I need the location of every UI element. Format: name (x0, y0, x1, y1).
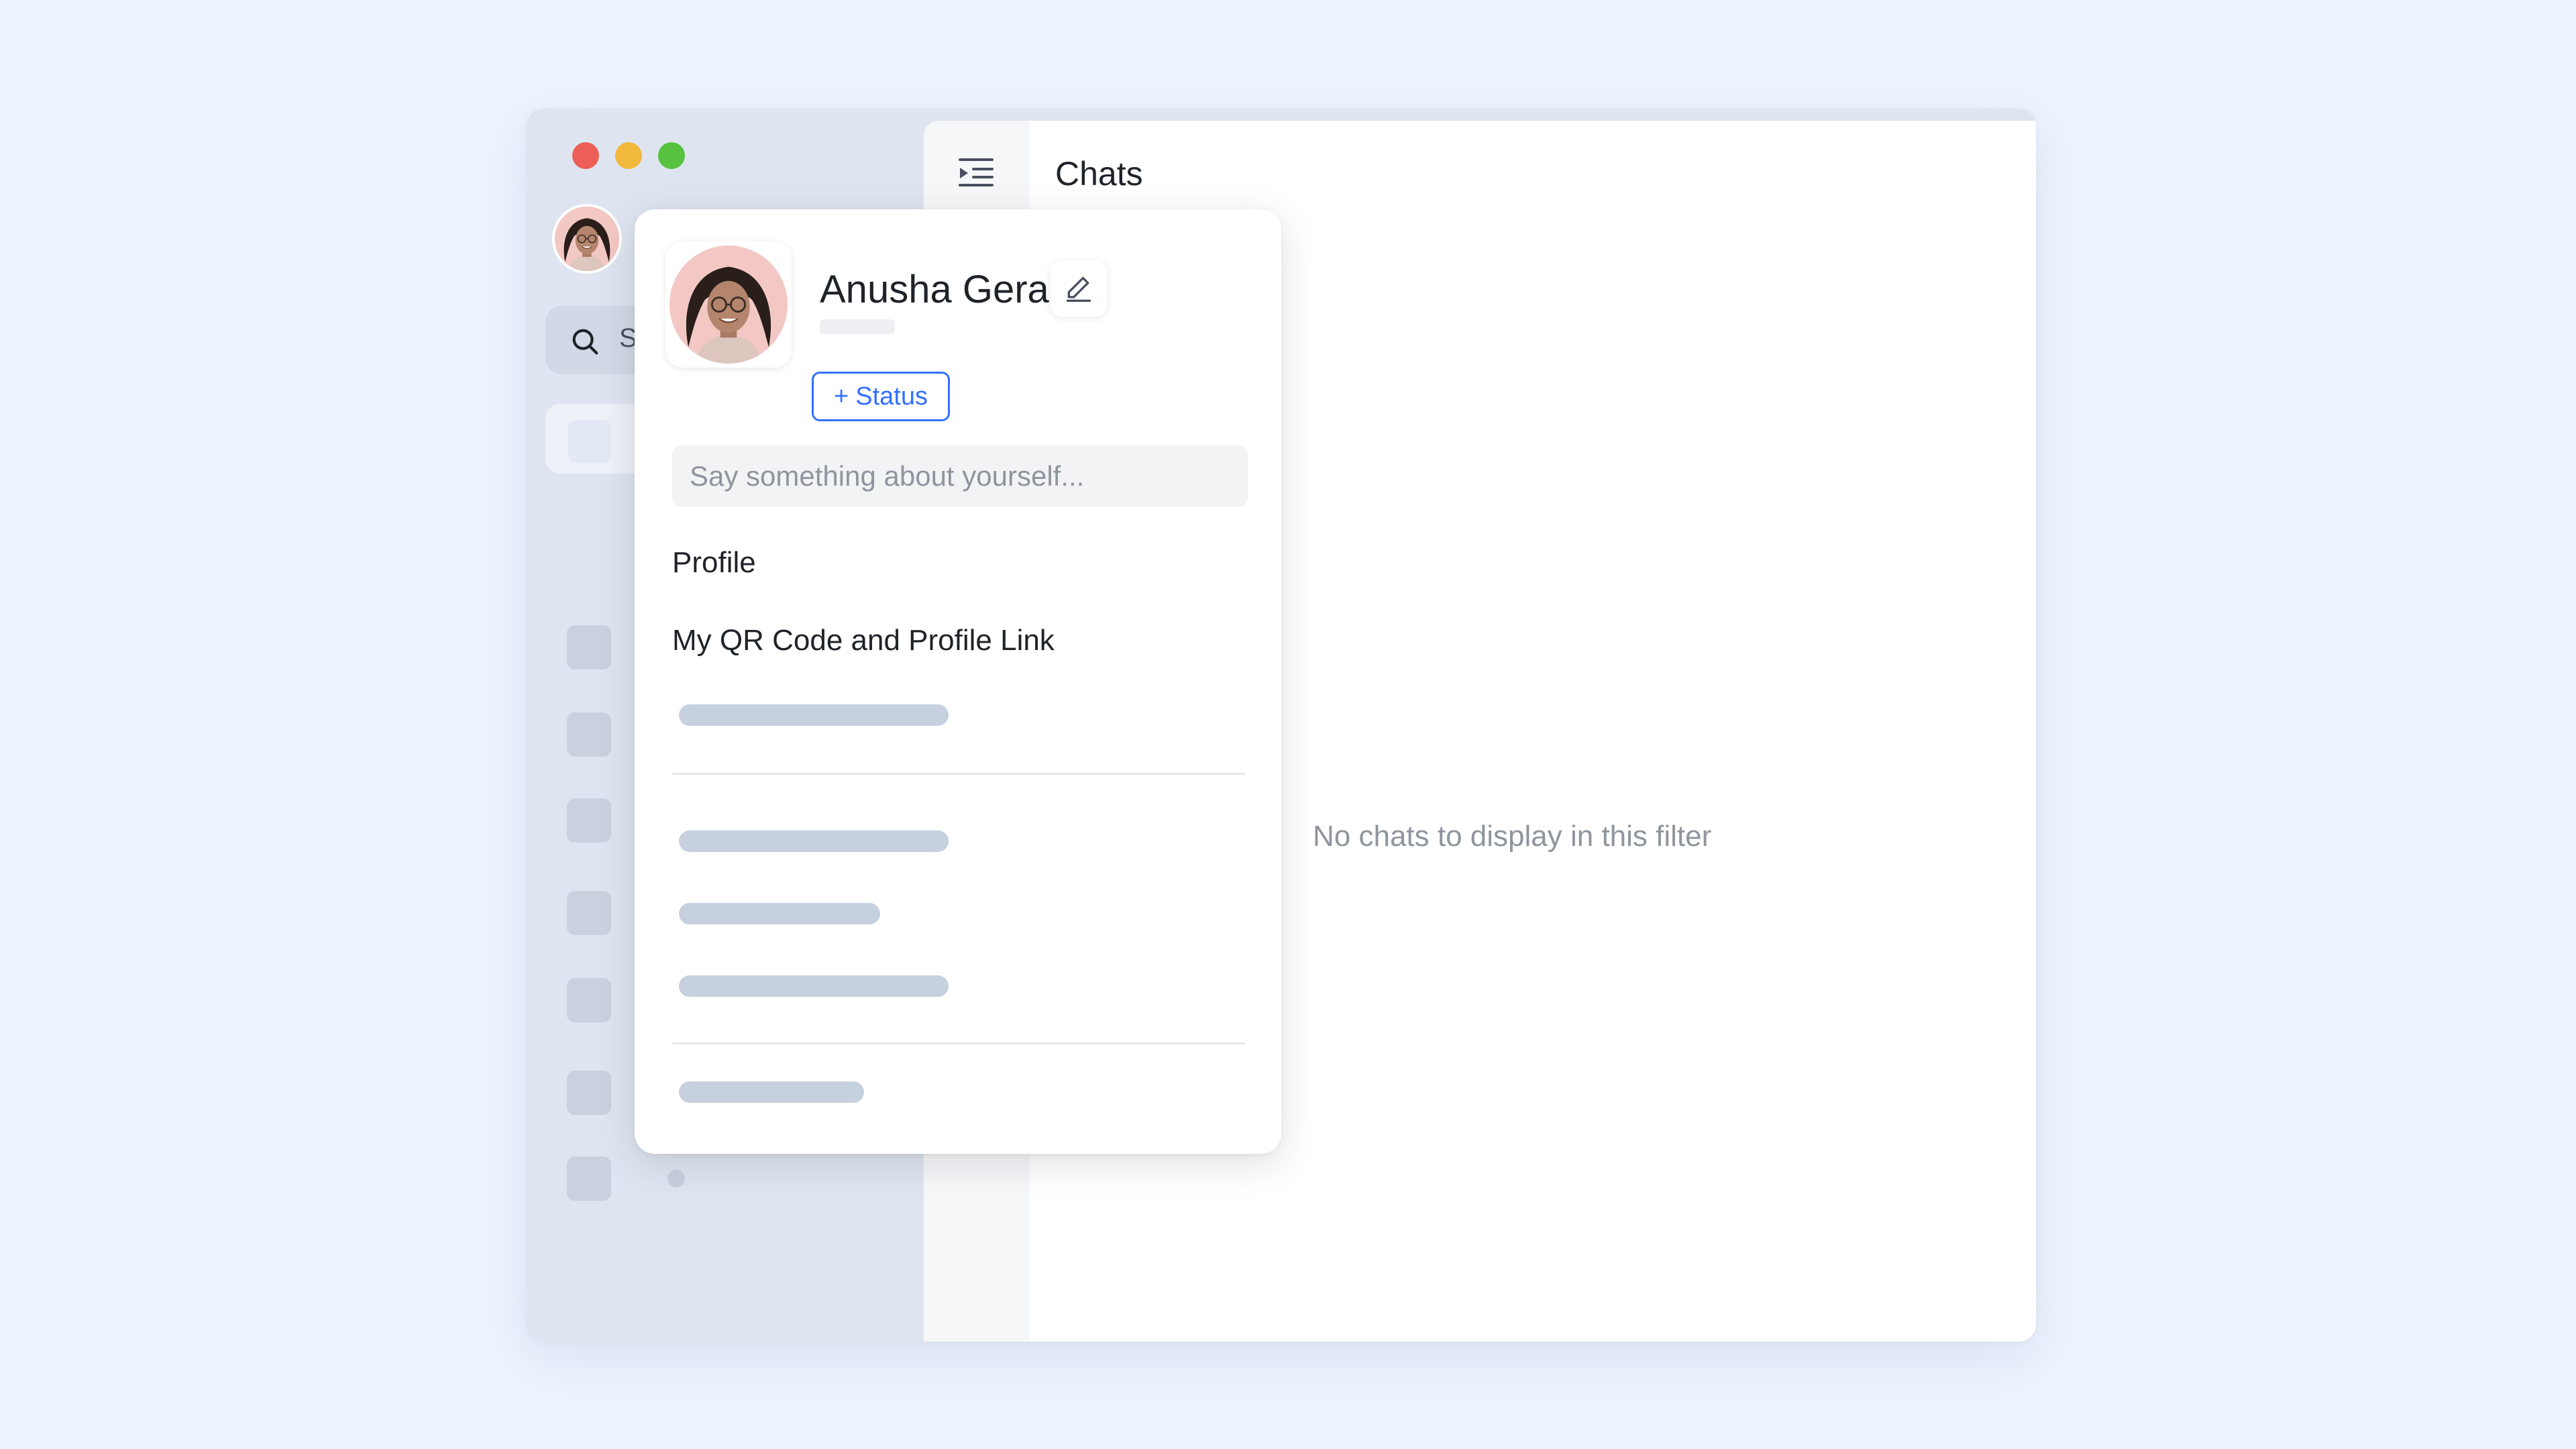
profile-subtitle-placeholder (820, 319, 895, 334)
menu-item-placeholder[interactable] (679, 1081, 864, 1103)
sidebar-item-icon-placeholder (567, 1071, 611, 1115)
sidebar-item-icon-placeholder (567, 625, 611, 669)
sidebar-item-label-placeholder (667, 1170, 685, 1187)
empty-state-message: No chats to display in this filter (1313, 820, 1712, 853)
add-status-button[interactable]: + Status (812, 372, 950, 421)
page-title: Chats (1055, 155, 1143, 193)
profile-popover: Anusha Gera + Status Profile My QR Code … (635, 209, 1281, 1154)
about-yourself-input[interactable] (672, 445, 1248, 507)
sidebar-avatar[interactable] (552, 204, 622, 274)
sidebar-item[interactable] (567, 1157, 916, 1203)
expand-sidebar-icon[interactable] (957, 156, 995, 188)
window-close-button[interactable] (572, 142, 599, 169)
pencil-icon (1066, 276, 1091, 302)
search-icon (572, 329, 598, 355)
menu-item-placeholder[interactable] (679, 903, 880, 924)
sidebar-item-icon-placeholder (567, 712, 611, 757)
profile-user-name: Anusha Gera (820, 268, 1049, 311)
avatar-portrait-icon (669, 246, 788, 364)
profile-avatar[interactable] (665, 241, 792, 368)
edit-name-button[interactable] (1051, 260, 1107, 317)
plus-icon: + (834, 382, 849, 411)
profile-menu-item[interactable]: Profile (672, 546, 756, 580)
sidebar-item-icon-placeholder (567, 1157, 611, 1201)
window-minimize-button[interactable] (615, 142, 642, 169)
avatar-portrait-icon (555, 207, 619, 271)
avatar-image (669, 246, 788, 364)
menu-item-placeholder[interactable] (679, 704, 949, 726)
menu-item-placeholder[interactable] (679, 975, 949, 997)
sidebar-item-icon-placeholder (567, 978, 611, 1022)
sidebar-item-icon-placeholder (567, 891, 611, 935)
sidebar-item-icon-placeholder (568, 420, 611, 463)
menu-item-placeholder[interactable] (679, 830, 949, 852)
window-zoom-button[interactable] (658, 142, 685, 169)
qr-code-menu-item[interactable]: My QR Code and Profile Link (672, 624, 1055, 657)
status-button-label: Status (855, 382, 928, 411)
menu-divider (672, 773, 1245, 775)
sidebar-item-icon-placeholder (567, 798, 611, 843)
menu-divider (672, 1042, 1245, 1044)
